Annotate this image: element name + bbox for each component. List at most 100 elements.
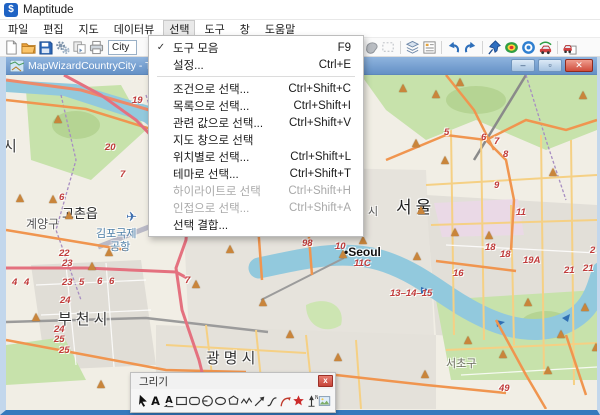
heatmap-icon[interactable] (503, 39, 520, 56)
menu-item-shortcut: Ctrl+E (319, 59, 363, 71)
menu-item-지도[interactable]: 지도 (73, 20, 105, 38)
arrow-tool[interactable] (253, 393, 266, 408)
road-number-label: 25 (59, 345, 70, 356)
road-number-label: 49 (499, 383, 510, 394)
menu-item-label: 지도 창으로 선택 (173, 132, 351, 148)
rounded-rectangle-tool[interactable] (188, 393, 201, 408)
redo-icon[interactable] (462, 39, 479, 56)
freehand-select-icon[interactable] (363, 39, 380, 56)
north-arrow-tool[interactable]: N (305, 393, 318, 408)
peak-marker-icon (49, 195, 57, 203)
menu-item-label: 목록으로 선택... (173, 98, 293, 114)
peak-marker-icon (432, 90, 440, 98)
traffic-icon[interactable] (537, 39, 554, 56)
menu-item-파일[interactable]: 파일 (2, 20, 34, 38)
menu-item-위치별로 선택[interactable]: 위치별로 선택...Ctrl+Shift+L (149, 148, 363, 165)
road-number-label: 7 (494, 136, 499, 147)
menu-item-관련 값으로 선택[interactable]: 관련 값으로 선택...Ctrl+Shift+V (149, 114, 363, 131)
undo-icon[interactable] (445, 39, 462, 56)
area-select-icon[interactable] (380, 39, 397, 56)
peak-marker-icon (192, 280, 200, 288)
svg-text:A: A (151, 394, 160, 408)
peak-marker-icon (339, 250, 347, 258)
route-report-icon[interactable] (561, 39, 578, 56)
road-number-label: 24 (60, 295, 71, 306)
buffer-target-icon[interactable] (520, 39, 537, 56)
peak-marker-icon (32, 313, 40, 321)
peak-marker-icon (105, 248, 113, 256)
road-number-label: 19 (132, 95, 143, 106)
menu-item-선택 결합[interactable]: 선택 결합... (149, 216, 363, 233)
curve-tool[interactable] (266, 393, 279, 408)
peak-marker-icon (417, 206, 425, 214)
app-titlebar: $ Maptitude (0, 0, 600, 20)
pushpin-icon[interactable] (486, 39, 503, 56)
menu-item-label: 설정... (173, 57, 319, 73)
peak-marker-icon (54, 115, 62, 123)
minimize-button[interactable]: – (511, 59, 535, 72)
road-number-label: 98 (302, 238, 313, 249)
new-document-icon[interactable] (3, 39, 20, 56)
menu-item-도구 모음[interactable]: ✓도구 모음F9 (149, 39, 363, 56)
text-tool[interactable]: A (149, 393, 162, 408)
polyline-tool[interactable] (240, 393, 253, 408)
menu-item-테마로 선택[interactable]: 테마로 선택...Ctrl+Shift+T (149, 165, 363, 182)
polygon-tool[interactable] (227, 393, 240, 408)
peak-marker-icon (65, 211, 73, 219)
road-number-label: 11 (516, 207, 526, 218)
road-number-label: 5 (79, 277, 84, 288)
road-number-label: 21 (564, 265, 575, 276)
peak-marker-icon (581, 303, 589, 311)
menu-item-조건으로 선택[interactable]: 조건으로 선택...Ctrl+Shift+C (149, 80, 363, 97)
ellipse-tool[interactable] (214, 393, 227, 408)
map-label: 시 (368, 203, 378, 219)
legend-icon[interactable] (421, 39, 438, 56)
label-anchor-tool[interactable]: A (162, 393, 175, 408)
peak-marker-icon (412, 139, 420, 147)
menu-item-label: 도구 모음 (173, 40, 338, 56)
road-number-label: 23 (62, 277, 73, 288)
road-number-label: 9 (494, 180, 499, 191)
road-number-label: 2 (590, 245, 595, 256)
layers-icon[interactable] (404, 39, 421, 56)
peak-marker-icon (259, 298, 267, 306)
menu-item-지도 창으로 선택[interactable]: 지도 창으로 선택 (149, 131, 363, 148)
app-logo-icon: $ (4, 3, 18, 17)
menu-item-shortcut: Ctrl+Shift+I (293, 100, 363, 112)
menu-item-label: 위치별로 선택... (173, 149, 290, 165)
menu-item-목록으로 선택[interactable]: 목록으로 선택...Ctrl+Shift+I (149, 97, 363, 114)
save-icon[interactable] (37, 39, 54, 56)
peak-marker-icon (16, 194, 24, 202)
road-number-label: 7 (185, 275, 190, 286)
settings-gears-icon[interactable] (54, 39, 71, 56)
peak-marker-icon (592, 343, 597, 351)
scale-dropdown[interactable]: City (108, 40, 137, 55)
road-number-label: 18 (500, 249, 511, 260)
close-button[interactable]: ✕ (565, 59, 593, 72)
peak-marker-icon (524, 298, 532, 306)
menu-item-shortcut: Ctrl+Shift+T (290, 168, 363, 180)
select-menu-popup: ✓도구 모음F9설정...Ctrl+E 조건으로 선택...Ctrl+Shift+… (148, 35, 364, 237)
image-tool[interactable] (318, 393, 331, 408)
peak-marker-icon (334, 353, 342, 361)
circle-radius-tool[interactable] (201, 393, 214, 408)
curved-arrow-tool[interactable] (279, 393, 292, 408)
peak-marker-icon (441, 156, 449, 164)
star-tool[interactable] (292, 393, 305, 408)
menu-item-shortcut: F9 (338, 42, 363, 54)
menu-item-설정[interactable]: 설정...Ctrl+E (149, 56, 363, 73)
print-icon[interactable] (88, 39, 105, 56)
peak-marker-icon (451, 228, 459, 236)
maptitude-app: $ Maptitude 파일편집지도데이터뷰선택도구창도움말 City MapW… (0, 0, 600, 415)
duplicate-icon[interactable] (71, 39, 88, 56)
rectangle-tool[interactable] (175, 393, 188, 408)
maximize-button[interactable]: ▫ (538, 59, 562, 72)
palette-close-button[interactable]: x (318, 375, 333, 387)
menu-item-편집[interactable]: 편집 (37, 20, 69, 38)
toolbar-separator (400, 41, 401, 54)
map-label: 부천시 (58, 308, 111, 329)
peak-marker-icon (464, 336, 472, 344)
pointer-tool[interactable] (136, 393, 149, 408)
open-folder-icon[interactable] (20, 39, 37, 56)
road-number-label: 23 (62, 258, 73, 269)
